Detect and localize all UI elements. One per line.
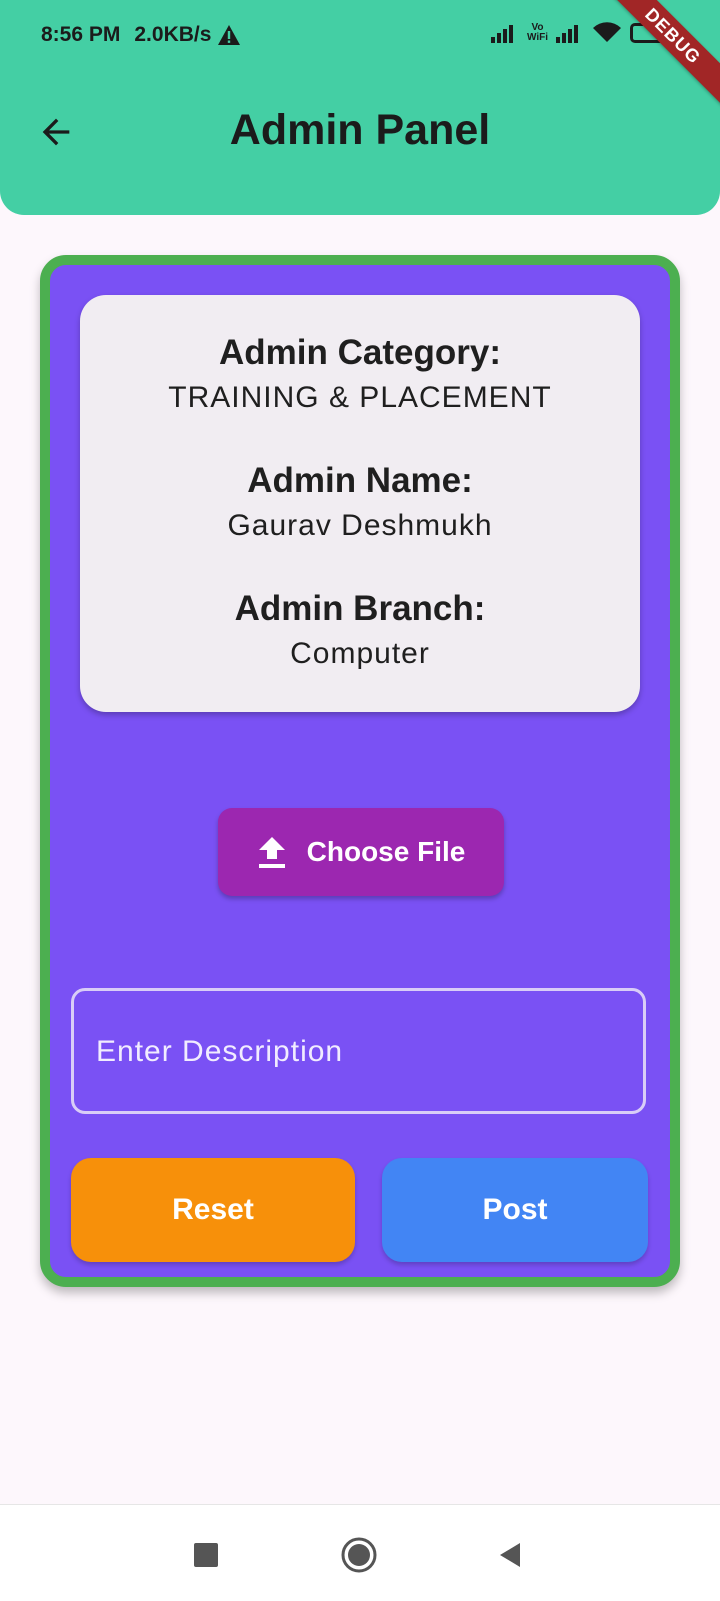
recents-square-icon[interactable] <box>186 1535 226 1575</box>
status-time: 8:56 PM <box>41 23 121 46</box>
system-nav-bar <box>0 1504 720 1601</box>
network-speed-text: 2.0KB/s <box>134 23 212 46</box>
choose-file-button[interactable]: Choose File <box>218 808 504 896</box>
vowifi-icon: Vo WiFi <box>527 23 548 43</box>
upload-icon <box>258 837 285 868</box>
wifi-icon <box>593 22 621 42</box>
vowifi-bottom: WiFi <box>526 32 548 43</box>
branch-label: Admin Branch: <box>234 589 486 628</box>
warning-icon <box>218 25 241 45</box>
debug-banner: DEBUG <box>602 0 720 107</box>
description-input[interactable]: Enter Description <box>71 988 646 1114</box>
admin-category: Admin Category: TRAINING & PLACEMENT <box>80 333 640 415</box>
category-label: Admin Category: <box>219 333 501 372</box>
admin-card: Admin Category: TRAINING & PLACEMENT Adm… <box>40 255 680 1287</box>
signal-icon-2 <box>556 25 578 43</box>
choose-file-label: Choose File <box>306 836 466 867</box>
category-value: TRAINING & PLACEMENT <box>168 381 552 414</box>
app-bar: 8:56 PM 2.0KB/s Vo WiFi DEBUG Admin Pane… <box>0 0 720 215</box>
branch-value: Computer <box>290 637 430 670</box>
reset-button[interactable]: Reset <box>71 1158 355 1262</box>
post-button[interactable]: Post <box>382 1158 648 1262</box>
name-label: Admin Name: <box>247 461 473 500</box>
admin-info-panel: Admin Category: TRAINING & PLACEMENT Adm… <box>80 295 640 712</box>
name-value: Gaurav Deshmukh <box>227 509 493 542</box>
signal-icon <box>490 25 513 43</box>
description-placeholder: Enter Description <box>96 1035 344 1068</box>
admin-branch: Admin Branch: Computer <box>80 589 640 671</box>
admin-name: Admin Name: Gaurav Deshmukh <box>80 461 640 543</box>
home-circle-icon[interactable] <box>339 1535 379 1575</box>
back-triangle-icon[interactable] <box>490 1535 530 1575</box>
status-network-speed: 2.0KB/s <box>134 23 241 47</box>
page-title: Admin Panel <box>229 106 491 154</box>
